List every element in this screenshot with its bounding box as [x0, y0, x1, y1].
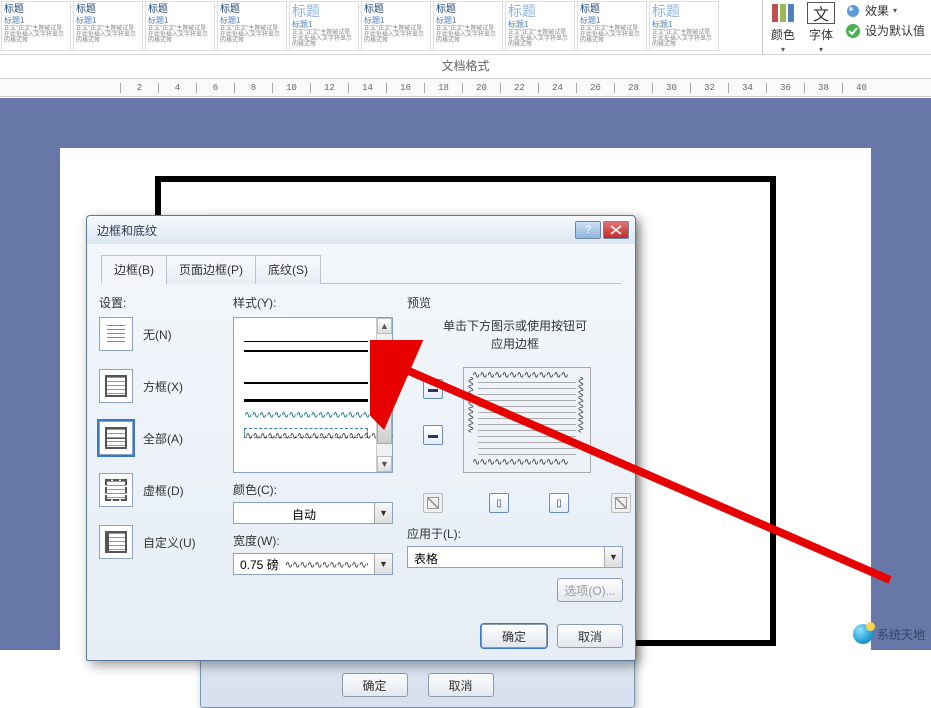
effects-button[interactable]: 效果 ▾: [845, 2, 925, 19]
tab-shading[interactable]: 底纹(S): [255, 255, 321, 284]
width-label: 宽度(W):: [233, 532, 393, 549]
style-column: 样式(Y): ∿∿∿∿∿∿∿∿∿∿∿∿∿∿∿∿∿∿∿∿ ▲: [233, 294, 393, 602]
style-listbox[interactable]: ∿∿∿∿∿∿∿∿∿∿∿∿∿∿∿∿∿∿∿∿ ▲ ▼: [233, 317, 393, 473]
ok-button[interactable]: 确定: [481, 624, 547, 648]
watermark: 系统天地: [853, 624, 925, 644]
tab-page-border[interactable]: 页面边框(P): [166, 255, 256, 284]
tab-border[interactable]: 边框(B): [101, 255, 167, 284]
inner-cancel-button[interactable]: 取消: [428, 673, 494, 697]
color-label: 颜色(C):: [233, 481, 393, 498]
style-option-thick[interactable]: [244, 392, 368, 402]
ribbon: 标题标题1正文"正文"主题被试是在此处插入文字将显示的格式等标题标题1正文"正文…: [0, 0, 931, 55]
apply-to-combo[interactable]: 表格 ▼: [407, 546, 623, 568]
effects-label: 效果: [865, 2, 889, 19]
style-gallery[interactable]: 标题标题1正文"正文"主题被试是在此处插入文字将显示的格式等标题标题1正文"正文…: [0, 0, 763, 54]
inner-ok-button[interactable]: 确定: [342, 673, 408, 697]
border-top-button[interactable]: ▬: [423, 379, 443, 399]
fonts-button[interactable]: 文 字体 ▾: [807, 2, 835, 54]
scroll-thumb[interactable]: [377, 414, 392, 444]
borders-shading-dialog: 边框和底纹 ? 边框(B) 页面边框(P) 底纹(S) 设置: 无(N): [86, 215, 636, 661]
set-default-label: 设为默认值: [865, 22, 925, 39]
dropdown-icon[interactable]: ▼: [374, 554, 392, 574]
document-area: 确定 取消 边框和底纹 ? 边框(B) 页面边框(P) 底纹(S) 设置:: [0, 98, 931, 650]
caret-icon: ▾: [781, 45, 785, 54]
preview-diagram[interactable]: ∿∿∿∿∿∿∿∿∿∿ ∿∿∿∿∿∿∿∿∿∿: [463, 367, 591, 473]
options-button: 选项(O)...: [557, 578, 623, 602]
preview-column: 预览 单击下方图示或使用按钮可应用边框 ∿∿∿∿∿∿∿∿∿∿ ∿∿∿∿∿∿∿∿∿…: [407, 294, 623, 602]
dialog-title: 边框和底纹: [97, 222, 573, 239]
style-thumbnail[interactable]: 标题标题1正文"正文"主题被试是在此处插入文字将显示的格式等: [577, 1, 647, 51]
scroll-up-icon[interactable]: ▲: [377, 318, 392, 334]
dialog-tabs: 边框(B) 页面边框(P) 底纹(S): [101, 254, 621, 284]
close-icon: [610, 225, 622, 235]
caret-icon: ▾: [819, 45, 823, 54]
style-label: 样式(Y):: [233, 294, 393, 311]
color-value: 自动: [234, 503, 374, 523]
apply-to-label: 应用于(L):: [407, 525, 623, 542]
preview-area: ∿∿∿∿∿∿∿∿∿∿ ∿∿∿∿∿∿∿∿∿∿ ▬ ▬ ▯ ▯: [407, 367, 623, 517]
border-diag2-button[interactable]: [611, 493, 631, 513]
dropdown-icon[interactable]: ▼: [374, 503, 392, 523]
help-button[interactable]: ?: [575, 221, 601, 239]
ribbon-right: 颜色 ▾ 文 字体 ▾ 效果 ▾ 设为默认值: [763, 0, 931, 54]
dialog-footer: 确定 取消: [87, 614, 635, 660]
ruler-marks: 246810121416182022242628303234363840: [120, 83, 880, 93]
scroll-down-icon[interactable]: ▼: [377, 456, 392, 472]
style-thumbnail[interactable]: 标题标题1正文"正文"主题被试是在此处插入文字将显示的格式等: [1, 1, 71, 51]
width-combo[interactable]: 0.75 磅 ∿∿∿∿∿∿∿∿∿∿∿∿ ▼: [233, 553, 393, 575]
watermark-text: 系统天地: [877, 626, 925, 643]
border-middle-button[interactable]: ▬: [423, 425, 443, 445]
border-left-button[interactable]: ▯: [489, 493, 509, 513]
fonts-icon: 文: [807, 2, 835, 24]
style-thumbnail[interactable]: 标题标题1正文"正文"主题被试是在此处插入文字将显示的格式等: [289, 1, 359, 51]
width-value: 0.75 磅: [240, 556, 279, 573]
close-button[interactable]: [603, 221, 629, 239]
titlebar[interactable]: 边框和底纹 ?: [87, 216, 635, 244]
ribbon-options: 效果 ▾ 设为默认值: [845, 2, 925, 39]
globe-icon: [853, 624, 873, 644]
setting-box[interactable]: 方框(X): [99, 369, 219, 403]
caret-icon: ▾: [893, 6, 897, 15]
set-default-button[interactable]: 设为默认值: [845, 22, 925, 39]
settings-label: 设置:: [99, 294, 219, 311]
style-thumbnail[interactable]: 标题标题1正文"正文"主题被试是在此处插入文字将显示的格式等: [433, 1, 503, 51]
ribbon-group-label: 文档格式: [0, 55, 931, 79]
apply-to-value: 表格: [408, 547, 604, 567]
width-preview: ∿∿∿∿∿∿∿∿∿∿∿∿: [285, 560, 368, 568]
settings-column: 设置: 无(N) 方框(X) 全部(A) 虚框: [99, 294, 219, 602]
effects-icon: [845, 3, 861, 19]
style-thumbnail[interactable]: 标题标题1正文"正文"主题被试是在此处插入文字将显示的格式等: [217, 1, 287, 51]
border-right-button[interactable]: ▯: [549, 493, 569, 513]
border-diag1-button[interactable]: [423, 493, 443, 513]
setting-custom[interactable]: 自定义(U): [99, 525, 219, 559]
colors-label: 颜色: [771, 26, 795, 43]
style-option-wavy1[interactable]: ∿∿∿∿∿∿∿∿∿∿∿∿∿∿∿∿∿∿∿∿: [244, 410, 368, 420]
colors-button[interactable]: 颜色 ▾: [769, 2, 797, 54]
style-thumbnail[interactable]: 标题标题1正文"正文"主题被试是在此处插入文字将显示的格式等: [649, 1, 719, 51]
setting-grid[interactable]: 虚框(D): [99, 473, 219, 507]
color-combo[interactable]: 自动 ▼: [233, 502, 393, 524]
cancel-button[interactable]: 取消: [557, 624, 623, 648]
style-thumbnail[interactable]: 标题标题1正文"正文"主题被试是在此处插入文字将显示的格式等: [73, 1, 143, 51]
style-scrollbar[interactable]: ▲ ▼: [376, 318, 392, 472]
style-option-medium[interactable]: [244, 374, 368, 384]
colors-icon: [769, 2, 797, 24]
setting-all[interactable]: 全部(A): [99, 421, 219, 455]
ruler: 246810121416182022242628303234363840: [0, 79, 931, 97]
style-option-double[interactable]: [244, 350, 368, 352]
dropdown-icon[interactable]: ▼: [604, 547, 622, 567]
style-thumbnail[interactable]: 标题标题1正文"正文"主题被试是在此处插入文字将显示的格式等: [505, 1, 575, 51]
style-thumbnail[interactable]: 标题标题1正文"正文"主题被试是在此处插入文字将显示的格式等: [145, 1, 215, 51]
fonts-label: 字体: [809, 26, 833, 43]
style-option-wavy-selected[interactable]: [244, 428, 368, 438]
style-thumbnail[interactable]: 标题标题1正文"正文"主题被试是在此处插入文字将显示的格式等: [361, 1, 431, 51]
style-option-solid[interactable]: [244, 332, 368, 342]
check-icon: [845, 23, 861, 39]
preview-hint: 单击下方图示或使用按钮可应用边框: [407, 317, 623, 353]
setting-none[interactable]: 无(N): [99, 317, 219, 351]
preview-label: 预览: [407, 294, 623, 311]
